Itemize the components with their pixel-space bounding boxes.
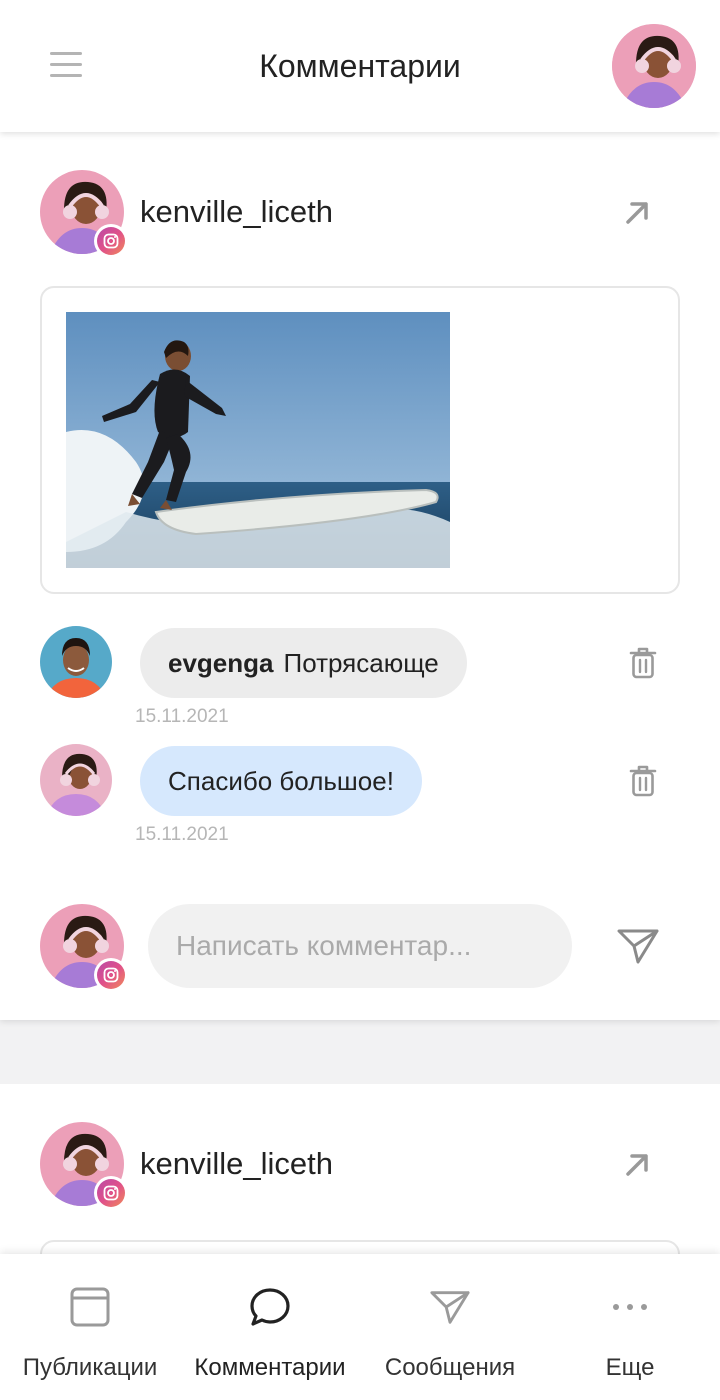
nav-label: Сообщения — [384, 1354, 516, 1381]
nav-label: Еще — [605, 1354, 655, 1381]
commenter-avatar[interactable] — [40, 744, 112, 816]
comment-text: Спасибо большое! — [168, 765, 394, 796]
nav-item-publications[interactable]: Публикации — [0, 1254, 180, 1400]
bottom-navigation: Публикации Комментарии Сообщения Еще — [0, 1254, 720, 1400]
nav-item-messages[interactable]: Сообщения — [360, 1254, 540, 1400]
post-author-row: kenville_liceth — [40, 170, 680, 258]
instagram-icon — [94, 958, 128, 992]
author-username[interactable]: kenville_liceth — [140, 194, 333, 230]
nav-label: Публикации — [22, 1354, 158, 1381]
surfer-photo[interactable] — [66, 312, 450, 568]
more-dots-icon — [609, 1286, 651, 1328]
trash-icon[interactable] — [628, 646, 658, 680]
comment-item: Спасибо большое! 15.11.2021 — [40, 740, 680, 850]
comment-date: 15.11.2021 — [135, 824, 229, 845]
comment-date: 15.11.2021 — [135, 706, 229, 727]
comment-bubble-icon — [249, 1286, 291, 1328]
comment-input[interactable] — [148, 904, 572, 988]
post-card: kenville_liceth — [0, 132, 720, 1020]
arrow-up-right-icon[interactable] — [620, 1146, 656, 1182]
comment-item: evgenga Потрясающе 15.11.2021 — [40, 622, 680, 732]
send-icon[interactable] — [616, 926, 660, 966]
send-icon — [429, 1286, 471, 1328]
app-header: Комментарии — [0, 0, 720, 132]
publications-icon — [69, 1286, 111, 1328]
comment-bubble[interactable]: evgenga Потрясающе — [140, 628, 467, 698]
post-media-frame — [40, 286, 680, 594]
post-author-row: kenville_liceth — [40, 1122, 680, 1210]
author-username[interactable]: kenville_liceth — [140, 1146, 333, 1182]
instagram-icon — [94, 224, 128, 258]
user-avatar[interactable] — [612, 24, 696, 108]
commenter-avatar[interactable] — [40, 626, 112, 698]
comment-text: Потрясающе — [283, 647, 439, 678]
nav-label: Комментарии — [194, 1354, 346, 1381]
comment-composer — [40, 904, 680, 992]
nav-item-more[interactable]: Еще — [540, 1254, 720, 1400]
instagram-icon — [94, 1176, 128, 1210]
arrow-up-right-icon[interactable] — [620, 194, 656, 230]
nav-item-comments[interactable]: Комментарии — [180, 1254, 360, 1400]
comment-username[interactable]: evgenga — [168, 648, 274, 679]
trash-icon[interactable] — [628, 764, 658, 798]
comment-bubble[interactable]: Спасибо большое! — [140, 746, 422, 816]
